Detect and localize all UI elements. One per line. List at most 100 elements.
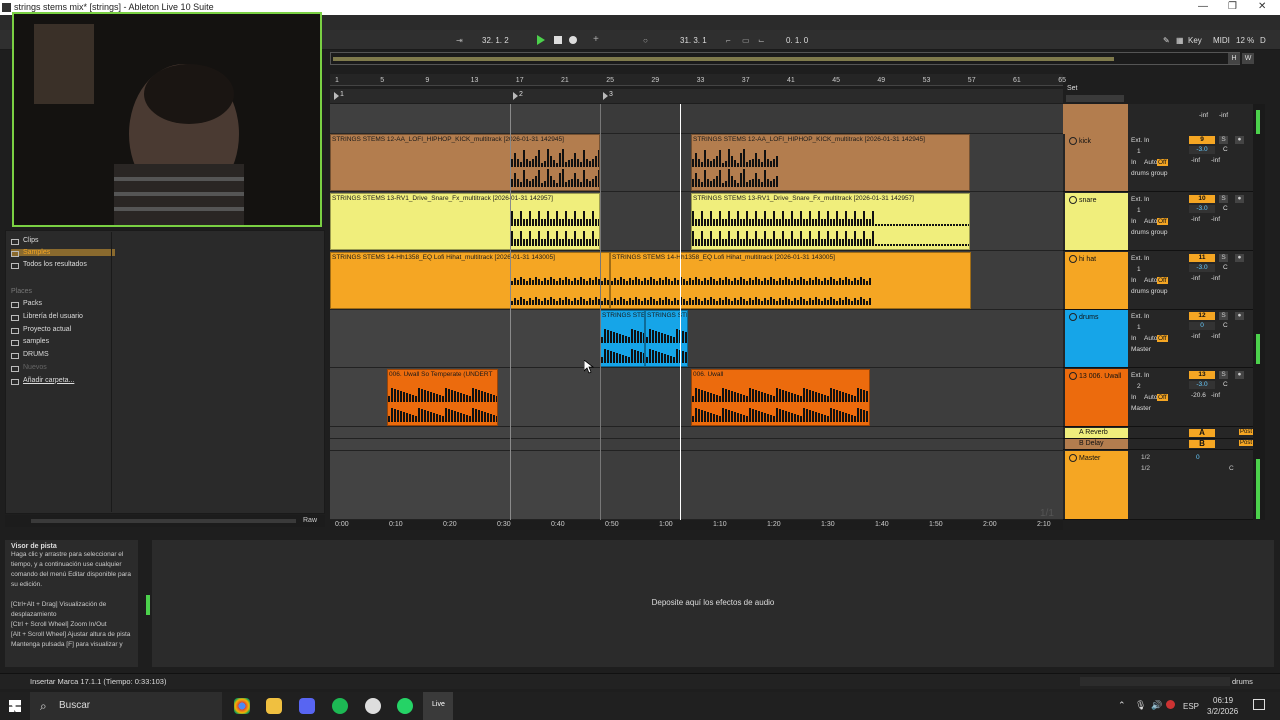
clock-time[interactable]: 06:19 xyxy=(1213,696,1233,705)
master-out-select[interactable]: 1/2 xyxy=(1141,465,1150,472)
solo-button[interactable]: S xyxy=(1219,195,1228,203)
stop-icon[interactable] xyxy=(554,36,562,44)
loop-icon[interactable]: ▭ xyxy=(742,36,750,45)
input-channel-select[interactable]: 1 xyxy=(1137,266,1141,273)
pan-field[interactable]: C xyxy=(1223,205,1228,212)
monitor-in[interactable]: In xyxy=(1131,394,1136,401)
track-activator-icon[interactable] xyxy=(1069,313,1077,321)
punch-out-icon[interactable]: ⌙ xyxy=(758,36,765,45)
browser-item-clips[interactable]: Clips xyxy=(11,237,115,245)
track-lane-13-006-Uwall[interactable]: 006. Uwall So Temperate (UNDERT 006. Uwal… xyxy=(330,369,1063,427)
track-header[interactable]: kick xyxy=(1065,134,1128,191)
send-b-field[interactable]: -inf xyxy=(1211,275,1220,282)
track-activator-icon[interactable] xyxy=(1069,196,1077,204)
locator-1[interactable]: 1 xyxy=(340,91,344,98)
volume-field[interactable]: -3.0 xyxy=(1189,264,1215,272)
output-select[interactable]: Master xyxy=(1131,405,1151,412)
master-pan-field[interactable]: C xyxy=(1229,465,1234,472)
optimize-width-button[interactable]: W xyxy=(1242,53,1254,64)
return-name[interactable]: B Delay xyxy=(1079,440,1104,447)
ableton-taskbar-button[interactable]: Live xyxy=(423,692,453,720)
track-number-activator[interactable]: 9 xyxy=(1189,136,1215,144)
arm-button[interactable]: ● xyxy=(1235,136,1244,144)
automation-arm-icon[interactable]: ○ xyxy=(643,36,648,45)
input-type-select[interactable]: Ext. In xyxy=(1131,372,1149,379)
volume-field[interactable]: -3.0 xyxy=(1189,205,1215,213)
cue-out-select[interactable]: 1/2 xyxy=(1141,454,1150,461)
group-track-header[interactable] xyxy=(1063,104,1128,134)
pan-field[interactable]: C xyxy=(1223,381,1228,388)
send-a-field[interactable]: -inf xyxy=(1191,157,1200,164)
place-2[interactable]: Proyecto actual xyxy=(11,326,71,334)
solo-button[interactable]: S xyxy=(1219,136,1228,144)
arrangement-overview[interactable] xyxy=(330,52,1240,65)
record-icon[interactable] xyxy=(569,36,577,44)
output-select[interactable]: drums group xyxy=(1131,229,1168,236)
computer-keyboard-icon[interactable]: ▦ xyxy=(1176,36,1184,45)
solo-button[interactable]: S xyxy=(1219,254,1228,262)
place-4[interactable]: DRUMS xyxy=(11,351,49,360)
master-header[interactable]: Master xyxy=(1065,451,1128,519)
locator-2[interactable]: 2 xyxy=(519,91,523,98)
browser-item-samples[interactable]: Samples xyxy=(11,249,115,257)
return-header[interactable]: A Reverb xyxy=(1065,428,1128,438)
tray-chevron-icon[interactable]: ⌃ xyxy=(1118,700,1126,711)
device-view[interactable]: Deposite aquí los efectos de audio xyxy=(152,540,1274,667)
return-name[interactable]: A Reverb xyxy=(1079,429,1108,436)
track-lane-snare[interactable]: STRINGS STEMS 13-RV1_Drive_Snare_Fx_mult… xyxy=(330,193,1063,251)
master-activator-icon[interactable] xyxy=(1069,454,1077,462)
input-type-select[interactable]: Ext. In xyxy=(1131,313,1149,320)
locator-nav-buttons[interactable] xyxy=(1066,95,1124,102)
windows-start-icon[interactable] xyxy=(9,700,21,712)
notifications-icon[interactable] xyxy=(1253,699,1265,710)
monitor-off[interactable]: Off xyxy=(1157,335,1168,342)
return-activator[interactable]: B xyxy=(1189,440,1215,448)
audio-clip[interactable]: 006. Uwall xyxy=(691,369,870,426)
track-activator-icon[interactable] xyxy=(1069,255,1077,263)
master-volume-field[interactable]: 0 xyxy=(1196,454,1200,461)
place-5[interactable]: Nuevos xyxy=(11,364,47,372)
locator-3[interactable]: 3 xyxy=(609,91,613,98)
set-locator-button[interactable]: Set xyxy=(1067,85,1078,92)
network-icon[interactable] xyxy=(1166,700,1175,709)
arrangement-position[interactable]: 32. 1. 2 xyxy=(482,36,509,45)
send-a-field[interactable]: -inf xyxy=(1191,333,1200,340)
monitor-auto[interactable]: Auto xyxy=(1144,159,1157,166)
send-b-field[interactable]: -inf xyxy=(1211,392,1220,399)
input-channel-select[interactable]: 1 xyxy=(1137,207,1141,214)
place-6[interactable]: Añadir carpeta... xyxy=(11,377,74,385)
post-button[interactable]: Post xyxy=(1239,429,1254,435)
draw-mode-icon[interactable]: ✎ xyxy=(1163,36,1170,45)
audio-clip[interactable]: STRINGS STEMS 13-RV1_Drive_Snare_Fx_mult… xyxy=(330,193,600,250)
track-activator-icon[interactable] xyxy=(1069,372,1077,380)
group-send-b[interactable]: -inf xyxy=(1219,112,1228,119)
input-type-select[interactable]: Ext. In xyxy=(1131,255,1149,262)
monitor-off[interactable]: Off xyxy=(1157,218,1168,225)
place-0[interactable]: Packs xyxy=(11,300,42,308)
minimize-icon[interactable]: — xyxy=(1198,1,1208,12)
audio-clip[interactable]: 006. Uwall So Temperate (UNDERT xyxy=(387,369,498,426)
arm-button[interactable]: ● xyxy=(1235,371,1244,379)
audio-clip[interactable]: STRINGS STE xyxy=(645,310,688,367)
output-select[interactable]: drums group xyxy=(1131,170,1168,177)
arm-button[interactable]: ● xyxy=(1235,254,1244,262)
beat-time-ruler[interactable]: 1 5 9 13 17 21 25 29 33 37 41 45 49 53 57 61 65 xyxy=(330,74,1066,86)
track-number-activator[interactable]: 12 xyxy=(1189,312,1215,320)
arm-button[interactable]: ● xyxy=(1235,312,1244,320)
output-select[interactable]: drums group xyxy=(1131,288,1168,295)
midi-map-button[interactable]: MIDI xyxy=(1213,36,1230,45)
discord-icon[interactable] xyxy=(299,698,315,714)
audio-clip[interactable]: STRINGS STEMS 12-AA_LOFI_HIPHOP_KICK_mul… xyxy=(691,134,970,191)
whatsapp-icon[interactable] xyxy=(397,698,413,714)
browser-divider[interactable] xyxy=(111,232,112,512)
track-name[interactable]: snare xyxy=(1079,197,1097,204)
input-type-select[interactable]: Ext. In xyxy=(1131,137,1149,144)
send-a-field[interactable]: -inf xyxy=(1191,275,1200,282)
overdub-icon[interactable]: + xyxy=(593,34,599,45)
audio-clip[interactable]: STRINGS STEMS 14-Hh1358_EQ Lofi Hihat_mu… xyxy=(610,252,971,309)
solo-button[interactable]: S xyxy=(1219,371,1228,379)
play-icon[interactable] xyxy=(537,35,545,45)
monitor-auto[interactable]: Auto xyxy=(1144,394,1157,401)
input-channel-select[interactable]: 2 xyxy=(1137,383,1141,390)
track-number-activator[interactable]: 11 xyxy=(1189,254,1215,262)
